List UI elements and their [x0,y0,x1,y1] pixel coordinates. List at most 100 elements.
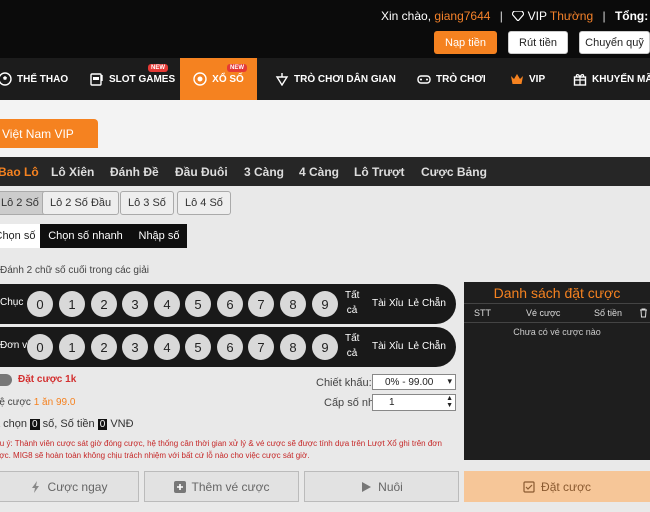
subtab-lo-3-so[interactable]: Lô 3 Số [120,191,174,215]
greeting-text: Xin chào, [381,9,432,23]
mode-quick-pick[interactable]: Chọn số nhanh [40,224,131,248]
digit-ball[interactable]: 9 [312,334,338,360]
digit-ball[interactable]: 7 [248,334,274,360]
tab-danh-de[interactable]: Đánh Đề [110,157,159,186]
tab-bao-lo[interactable]: Bao Lô [0,157,39,186]
plus-square-icon [173,480,186,493]
panel-title: Danh sách đặt cược [464,282,650,304]
tab-4-cang[interactable]: 4 Càng [299,157,339,186]
digit-ball[interactable]: 6 [217,291,243,317]
play-icon [362,481,372,492]
digit-ball[interactable]: 2 [91,334,117,360]
nav-games[interactable]: TRÒ CHƠI [417,58,486,100]
deposit-button[interactable]: Nạp tiền [434,31,497,54]
tens-row: Chục 0 1 2 3 4 5 6 7 8 9 Tất cả Tài Xỉu … [0,284,456,324]
chase-button[interactable]: Nuôi [304,471,459,502]
digit-ball[interactable]: 0 [27,334,53,360]
chevron-down-icon: ▾ [447,376,452,386]
withdraw-button[interactable]: Rút tiền [508,31,568,54]
digit-ball[interactable]: 7 [248,291,274,317]
digit-ball[interactable]: 1 [59,334,85,360]
panel-header: STT Vé cược Số tiền [464,304,650,323]
sub-type-tabs: Lô 2 Số Lô 2 Số Đầu Lô 3 Số Lô 4 Số [0,186,650,222]
tab-lo-xien[interactable]: Lô Xiên [51,157,94,186]
tab-cuoc-bang[interactable]: Cược Bảng [421,157,487,186]
digit-ball[interactable]: 5 [185,334,211,360]
quick-tai[interactable]: Tài [372,298,386,309]
page-header: Việt Nam VIP [0,100,650,157]
select-all-button[interactable]: Tất cả [345,288,359,318]
nav-sports[interactable]: THỂ THAO [0,58,68,100]
digit-ball[interactable]: 1 [59,291,85,317]
discount-label: Chiết khấu: [316,377,372,389]
discount-select[interactable]: 0% - 99.00 ▾ [372,374,456,390]
digit-ball[interactable]: 5 [185,291,211,317]
empty-message: Chưa có vé cược nào [513,327,601,337]
digit-ball[interactable]: 3 [122,291,148,317]
bet-1k-toggle[interactable] [0,374,12,386]
digit-ball[interactable]: 9 [312,291,338,317]
quick-le[interactable]: Lẻ [408,341,419,352]
crown-icon [511,74,523,84]
diamond-icon [512,11,525,21]
greeting: Xin chào, giang7644 | VIP Thường | Tổng:… [381,9,649,23]
digit-ball[interactable]: 0 [27,291,53,317]
main-nav: THỂ THAO SLOT GAMES NEW XỔ SỐ NEW TRÒ CH… [0,58,650,100]
digit-ball[interactable]: 3 [122,334,148,360]
units-row: Đơn vị 0 1 2 3 4 5 6 7 8 9 Tất cả Tài Xỉ… [0,327,456,367]
mode-pick-number[interactable]: Chọn số [0,224,40,248]
quick-chan[interactable]: Chẵn [422,298,446,309]
lottery-icon [193,72,207,86]
subtab-lo-4-so[interactable]: Lô 4 Số [177,191,231,215]
digit-ball[interactable]: 4 [154,334,180,360]
soccer-ball-icon [0,72,12,86]
tab-dau-duoi[interactable]: Đầu Đuôi [175,157,228,186]
total-label: Tổng: [614,9,649,23]
trash-icon[interactable] [639,308,648,318]
spinning-top-icon [275,73,289,86]
subtab-lo-2-so-dau[interactable]: Lô 2 Số Đầu [42,191,120,215]
digit-ball[interactable]: 4 [154,291,180,317]
digit-ball[interactable]: 8 [280,334,306,360]
stepper-arrows-icon[interactable]: ▲ ▼ [446,395,453,409]
bet-type-tabs: Bao Lô Lô Xiên Đánh Đề Đầu Đuôi 3 Càng 4… [0,157,650,186]
ticket-check-icon [523,480,535,493]
transfer-button[interactable]: Chuyển quỹ [579,31,650,54]
select-all-button[interactable]: Tất cả [345,331,359,361]
bet-1k-label: Đặt cược 1k [18,374,77,385]
input-mode-tabs: Chọn số Chọn số nhanh Nhập số [0,224,187,248]
mode-enter-number[interactable]: Nhập số [131,224,187,248]
col-ticket: Vé cược [526,308,561,318]
tab-lo-truot[interactable]: Lô Trượt [354,157,405,186]
action-bar: Cược ngay Thêm vé cược Nuôi Đặt cược [0,471,650,502]
add-ticket-button[interactable]: Thêm vé cược [144,471,299,502]
gift-icon [573,74,587,86]
digit-ball[interactable]: 6 [217,334,243,360]
quick-le[interactable]: Lẻ [408,298,419,309]
quick-tai[interactable]: Tài [372,341,386,352]
quick-chan[interactable]: Chẵn [422,341,446,352]
top-bar: Xin chào, giang7644 | VIP Thường | Tổng:… [0,0,650,58]
new-badge: NEW [148,64,168,72]
quick-bet-button[interactable]: Cược ngay [0,471,139,502]
slot-machine-icon [90,73,103,86]
row-label: Đơn vị [0,340,30,351]
digit-ball[interactable]: 8 [280,291,306,317]
col-stt: STT [474,308,491,318]
tab-3-cang[interactable]: 3 Càng [244,157,284,186]
place-bet-button[interactable]: Đặt cược [464,471,650,502]
quick-xiu[interactable]: Xỉu [389,298,403,309]
digit-ball[interactable]: 2 [91,291,117,317]
nav-vip[interactable]: VIP [510,58,545,100]
new-badge: NEW [227,64,247,72]
multiplier-stepper[interactable]: 1 ▲ ▼ [372,394,456,411]
gamepad-icon [417,75,431,84]
nav-folk-games[interactable]: TRÒ CHƠI DÂN GIAN [275,58,396,100]
username[interactable]: giang7644 [434,9,490,23]
lottery-tab[interactable]: Việt Nam VIP [0,119,98,148]
vip-tier: Thường [549,9,594,23]
row-label: Chục [0,297,24,308]
quick-xiu[interactable]: Xỉu [389,341,403,352]
subtab-lo-2-so[interactable]: Lô 2 Số [0,191,47,215]
nav-promo[interactable]: KHUYẾN MÃI [573,58,650,100]
